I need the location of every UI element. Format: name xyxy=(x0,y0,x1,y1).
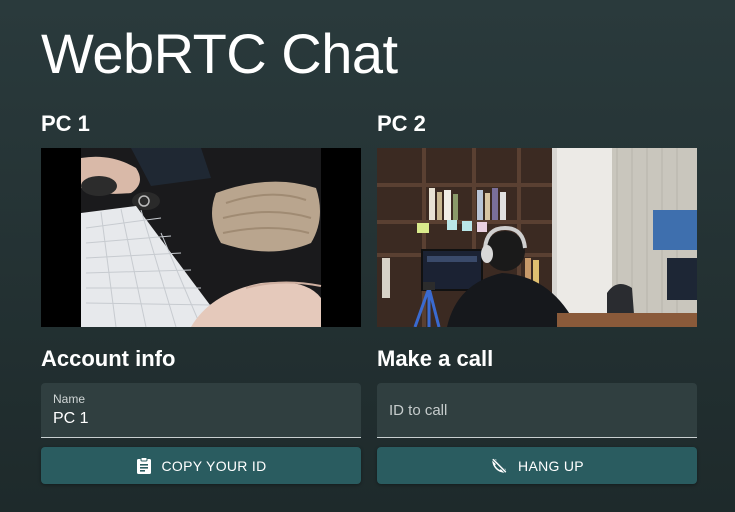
pc1-video xyxy=(41,148,361,327)
copy-id-label: COPY YOUR ID xyxy=(161,457,267,474)
make-call-title: Make a call xyxy=(377,346,494,371)
copy-id-button[interactable]: COPY YOUR ID xyxy=(41,447,361,484)
name-field-label: Name xyxy=(53,392,86,406)
clipboard-icon xyxy=(136,456,152,475)
pc2-video xyxy=(377,148,697,327)
id-to-call-input[interactable] xyxy=(377,383,697,437)
pc1-label: PC 1 xyxy=(41,111,90,136)
phone-off-icon xyxy=(490,457,508,475)
id-to-call-field[interactable] xyxy=(377,383,697,438)
app-title: WebRTC Chat xyxy=(41,22,398,85)
hang-up-label: HANG UP xyxy=(518,457,584,474)
pc2-label: PC 2 xyxy=(377,111,426,136)
name-field[interactable]: Name PC 1 xyxy=(41,383,361,438)
account-info-title: Account info xyxy=(41,346,176,371)
name-field-value: PC 1 xyxy=(53,410,89,427)
hang-up-button[interactable]: HANG UP xyxy=(377,447,697,484)
